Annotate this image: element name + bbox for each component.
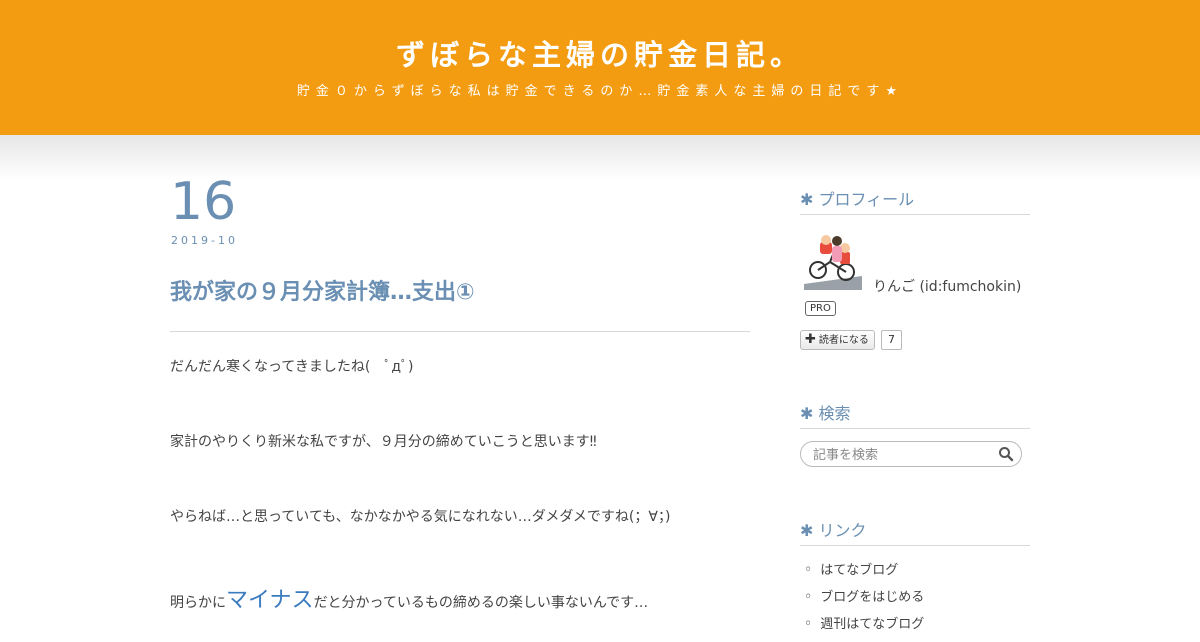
search-icon[interactable]: [998, 446, 1014, 462]
paragraph-text: 明らかに: [170, 595, 226, 611]
search-box: [800, 441, 1022, 467]
blog-description: 貯金０からずぼらな私は貯金できるのか…貯金素人な主婦の日記です★: [296, 84, 904, 99]
emphasis-text: マイナス: [226, 588, 314, 613]
link-hatena-blog[interactable]: はてなブログ: [820, 563, 898, 578]
search-heading: ✱ 検索: [800, 400, 1030, 429]
subscribe-button[interactable]: ✚ 読者になる: [800, 330, 875, 350]
search-input[interactable]: [811, 445, 995, 465]
entry-paragraph: 家計のやりくり新米な私ですが、９月分の締めていこうと思います‼: [170, 434, 597, 450]
link-start-blog[interactable]: ブログをはじめる: [820, 590, 924, 605]
entry-day: 16: [170, 172, 237, 232]
list-item: はてなブログ: [804, 561, 924, 588]
subscribe-label: 読者になる: [818, 335, 869, 346]
entry-paragraph: 明らかにマイナスだと分かっているもの締めるの楽しい事ないんです…: [170, 582, 648, 614]
entry-divider: [170, 331, 750, 332]
reader-count: 7: [881, 330, 902, 350]
plus-icon: ✚: [805, 332, 816, 347]
bicycle-mother-icon: [804, 235, 862, 290]
paragraph-text: だと分かっているもの締めるの楽しい事ないんです…: [313, 595, 649, 611]
list-item: ブログをはじめる: [804, 588, 924, 615]
avatar[interactable]: [804, 232, 862, 290]
blog-title[interactable]: ずぼらな主婦の貯金日記。: [0, 32, 1200, 74]
profile-heading: ✱ プロフィール: [800, 186, 1030, 215]
blog-header: ずぼらな主婦の貯金日記。 貯金０からずぼらな私は貯金できるのか…貯金素人な主婦の…: [0, 0, 1200, 135]
entry-paragraph: やらねば…と思っていても、なかなかやる気になれない…ダメダメですね(；∀；): [170, 509, 671, 525]
profile-username[interactable]: りんご (id:fumchokin): [873, 276, 1021, 296]
links-heading: ✱ リンク: [800, 517, 1030, 546]
entry-year-month: 2019-10: [171, 234, 238, 247]
entry-title[interactable]: 我が家の９月分家計簿…支出①: [170, 274, 750, 306]
list-item: 週刊はてなブログ: [804, 615, 924, 642]
pro-badge: PRO: [805, 301, 836, 316]
entry-paragraph: だんだん寒くなってきましたね( ﾟдﾟ): [170, 359, 414, 375]
